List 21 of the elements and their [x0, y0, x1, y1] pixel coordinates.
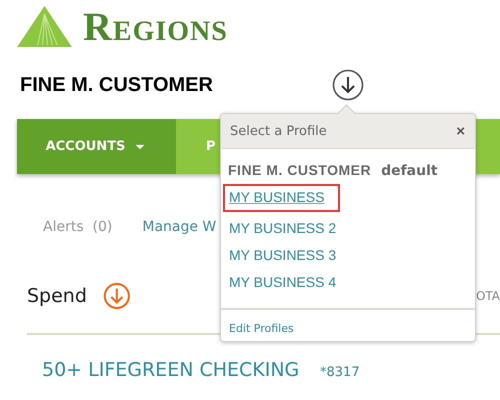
download-circle-icon[interactable]: [332, 69, 364, 101]
default-label: default: [381, 163, 438, 179]
section-title: Spend: [27, 285, 88, 307]
column-heading: OTA: [476, 289, 500, 303]
account-number: *8317: [320, 365, 360, 380]
alerts-link[interactable]: Alerts (0): [43, 219, 112, 241]
close-button[interactable]: ×: [456, 122, 465, 140]
logo-wordmark: Regions: [83, 7, 228, 47]
popover-title: Select a Profile: [230, 124, 327, 138]
nav-tab[interactable]: P: [176, 119, 216, 174]
customer-name: FINE M. CUSTOMER: [20, 74, 214, 96]
profile-item[interactable]: MY BUSINESS 3: [228, 242, 336, 269]
triangle-logo-icon: [17, 6, 72, 47]
edit-profiles-link[interactable]: Edit Profiles: [229, 322, 294, 335]
profile-item[interactable]: MY BUSINESS 2: [228, 215, 336, 242]
nav-tab[interactable]: ACCOUNTS: [17, 119, 176, 174]
manage-link[interactable]: Manage W: [142, 219, 216, 241]
profile-name: FINE M. CUSTOMER: [228, 162, 372, 178]
profile-item[interactable]: MY BUSINESS: [223, 184, 340, 212]
account-link[interactable]: 50+ LIFEGREEN CHECKING: [42, 359, 320, 381]
profile-item[interactable]: MY BUSINESS 4: [228, 269, 336, 296]
